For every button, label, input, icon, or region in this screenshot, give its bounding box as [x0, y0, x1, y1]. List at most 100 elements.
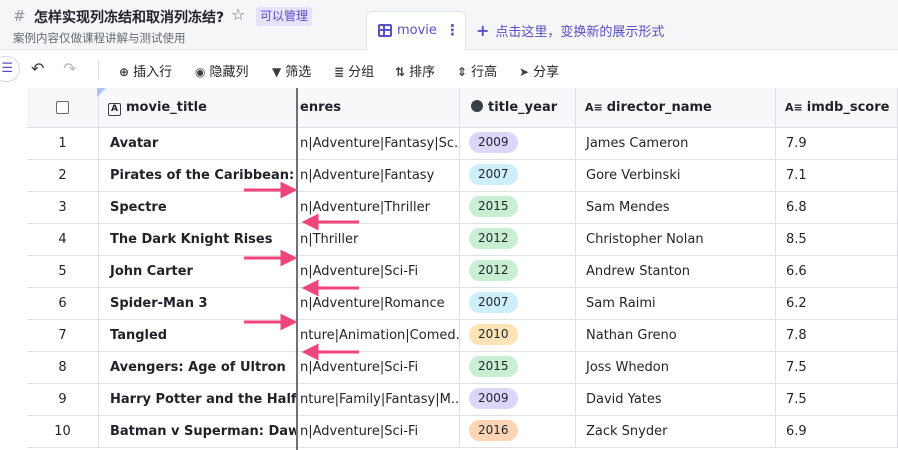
permission-badge[interactable]: 可以管理 [256, 7, 313, 26]
year-cell[interactable]: 2012 [460, 224, 576, 256]
row-number[interactable]: 6 [27, 288, 99, 320]
director-cell[interactable]: Joss Whedon [576, 352, 776, 384]
doc-title[interactable]: 怎样实现列冻结和取消列冻结? [34, 7, 224, 27]
genres-cell[interactable]: n|Adventure|Fantasy|Sc... [297, 128, 460, 160]
row-number[interactable]: 4 [27, 224, 99, 256]
genres-cell[interactable]: n|Thriller [297, 224, 460, 256]
year-tag: 2015 [469, 196, 518, 217]
year-cell[interactable]: 2015 [460, 352, 576, 384]
score-cell[interactable]: 7.5 [776, 384, 898, 416]
director-cell[interactable]: Sam Mendes [576, 192, 776, 224]
year-cell[interactable]: 2009 [460, 128, 576, 160]
director-cell[interactable]: James Cameron [576, 128, 776, 160]
year-cell[interactable]: 2007 [460, 160, 576, 192]
genres-cell[interactable]: nture|Animation|Comed... [297, 320, 460, 352]
frozen-column-divider[interactable] [296, 88, 298, 450]
sidebar-toggle-icon[interactable]: ☰ [0, 56, 20, 82]
score-cell[interactable]: 7.8 [776, 320, 898, 352]
select-all-checkbox[interactable] [56, 101, 69, 114]
group-button[interactable]: ≣ 分组 [334, 61, 374, 80]
score-cell[interactable]: 7.9 [776, 128, 898, 160]
sort-icon: ⇅ [395, 65, 406, 79]
insert-row-button[interactable]: ⊕ 插入行 [119, 61, 172, 80]
redo-icon[interactable]: ↷ [63, 59, 76, 78]
more-options-icon[interactable]: ⋮ [445, 21, 460, 39]
year-cell[interactable]: 2009 [460, 384, 576, 416]
header-checkbox-cell [27, 88, 99, 128]
year-tag: 2016 [469, 420, 518, 441]
row-number[interactable]: 9 [27, 384, 99, 416]
year-cell[interactable]: 2007 [460, 288, 576, 320]
title-cell[interactable]: Tangled [99, 320, 297, 352]
title-cell[interactable]: The Dark Knight Rises [99, 224, 297, 256]
genres-cell[interactable]: n|Adventure|Thriller [297, 192, 460, 224]
title-cell[interactable]: Harry Potter and the Half-... [99, 384, 297, 416]
share-label: 分享 [533, 65, 560, 80]
doc-subtitle: 案例内容仅做课程讲解与测试使用 [13, 31, 186, 45]
row-height-button[interactable]: ⇕ 行高 [457, 61, 497, 80]
director-cell[interactable]: Zack Snyder [576, 416, 776, 448]
toolbar: ☰ ↶ ↷ ⊕ 插入行 ◉ 隐藏列 ▼ 筛选 ≣ 分组 ⇅ 排序 ⇕ 行高 ➤ 分享 [0, 51, 898, 88]
score-cell[interactable]: 8.5 [776, 224, 898, 256]
director-cell[interactable]: Nathan Greno [576, 320, 776, 352]
year-cell[interactable]: 2015 [460, 192, 576, 224]
column-header-director-name[interactable]: A≡ director_name [576, 88, 776, 128]
genres-cell[interactable]: nture|Family|Fantasy|M... [297, 384, 460, 416]
row-number[interactable]: 10 [27, 416, 99, 448]
title-cell[interactable]: Spectre [99, 192, 297, 224]
frozen-corner-marker [97, 88, 106, 97]
row-height-icon: ⇕ [457, 65, 468, 79]
score-cell[interactable]: 6.6 [776, 256, 898, 288]
score-cell[interactable]: 6.2 [776, 288, 898, 320]
score-cell[interactable]: 6.9 [776, 416, 898, 448]
sort-button[interactable]: ⇅ 排序 [395, 61, 435, 80]
row-number[interactable]: 3 [27, 192, 99, 224]
eye-icon: ◉ [195, 65, 206, 79]
row-number[interactable]: 2 [27, 160, 99, 192]
year-cell[interactable]: 2010 [460, 320, 576, 352]
hide-column-button[interactable]: ◉ 隐藏列 [195, 61, 249, 80]
genres-cell[interactable]: n|Adventure|Sci-Fi [297, 416, 460, 448]
director-cell[interactable]: Andrew Stanton [576, 256, 776, 288]
genres-cell[interactable]: n|Adventure|Sci-Fi [297, 352, 460, 384]
title-cell[interactable]: Spider-Man 3 [99, 288, 297, 320]
row-number[interactable]: 1 [27, 128, 99, 160]
year-cell[interactable]: 2012 [460, 256, 576, 288]
title-cell[interactable]: Pirates of the Caribbean: A... [99, 160, 297, 192]
genres-cell[interactable]: n|Adventure|Romance [297, 288, 460, 320]
genres-cell[interactable]: n|Adventure|Fantasy [297, 160, 460, 192]
score-cell[interactable]: 6.8 [776, 192, 898, 224]
column-header-imdb-score[interactable]: A≡ imdb_score [776, 88, 898, 128]
director-cell[interactable]: Gore Verbinski [576, 160, 776, 192]
row-number[interactable]: 7 [27, 320, 99, 352]
year-cell[interactable]: 2016 [460, 416, 576, 448]
column-header-genres[interactable]: enres [297, 88, 460, 128]
row-number[interactable]: 8 [27, 352, 99, 384]
director-cell[interactable]: David Yates [576, 384, 776, 416]
year-tag: 2012 [469, 260, 518, 281]
genres-cell[interactable]: n|Adventure|Sci-Fi [297, 256, 460, 288]
share-button[interactable]: ➤ 分享 [519, 61, 559, 80]
column-header-movie-title[interactable]: Amovie_title [99, 88, 297, 128]
director-cell[interactable]: Christopher Nolan [576, 224, 776, 256]
text-icon: A≡ [785, 101, 803, 114]
title-cell[interactable]: Avatar [99, 128, 297, 160]
column-label-year: title_year [488, 100, 558, 115]
year-tag: 2012 [469, 228, 518, 249]
filter-icon: ▼ [272, 65, 282, 79]
tab-movie[interactable]: movie ⋮ [366, 11, 466, 51]
filter-button[interactable]: ▼ 筛选 [272, 61, 311, 80]
score-cell[interactable]: 7.1 [776, 160, 898, 192]
year-tag: 2009 [469, 388, 518, 409]
column-header-title-year[interactable]: title_year [460, 88, 576, 128]
sort-label: 排序 [409, 65, 436, 80]
director-cell[interactable]: Sam Raimi [576, 288, 776, 320]
row-number[interactable]: 5 [27, 256, 99, 288]
add-view-button[interactable]: + 点击这里，变换新的展示形式 [476, 21, 664, 40]
title-cell[interactable]: Avengers: Age of Ultron [99, 352, 297, 384]
score-cell[interactable]: 7.5 [776, 352, 898, 384]
title-cell[interactable]: John Carter [99, 256, 297, 288]
star-icon[interactable]: ☆ [231, 5, 245, 24]
title-cell[interactable]: Batman v Superman: Daw... [99, 416, 297, 448]
undo-icon[interactable]: ↶ [31, 59, 44, 78]
